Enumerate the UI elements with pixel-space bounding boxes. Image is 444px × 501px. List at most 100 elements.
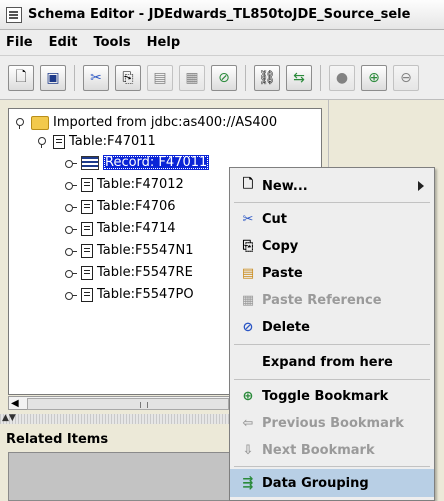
menu-item-delete[interactable]: ⊘ Delete bbox=[230, 313, 434, 341]
plus-circle-icon: ⊕ bbox=[242, 388, 254, 404]
record-icon bbox=[81, 155, 99, 170]
bookmark-button[interactable]: ● bbox=[329, 64, 355, 91]
menu-item-label: Paste bbox=[262, 265, 303, 281]
menu-item-label: Cut bbox=[262, 211, 288, 227]
table-icon bbox=[81, 243, 93, 258]
relation-button[interactable]: ⇆ bbox=[286, 64, 312, 91]
save-button[interactable]: ▣ bbox=[40, 64, 66, 91]
table-icon bbox=[81, 177, 93, 192]
menu-item-label: Copy bbox=[262, 238, 299, 254]
menu-item-label: Next Bookmark bbox=[262, 442, 375, 458]
collapse-toggle-icon[interactable] bbox=[65, 157, 77, 169]
toolbar-separator bbox=[245, 64, 246, 91]
menu-item-previous-bookmark[interactable]: ⇦ Previous Bookmark bbox=[230, 409, 434, 437]
tree-table-label: Table:F47011 bbox=[69, 134, 156, 149]
copy-button[interactable]: ⎘ bbox=[115, 64, 141, 91]
menu-item-toggle-bookmark[interactable]: ⊕ Toggle Bookmark bbox=[230, 382, 434, 410]
grip-icon bbox=[140, 402, 148, 408]
menu-item-cut[interactable]: ✂ Cut bbox=[230, 205, 434, 233]
menu-item-new[interactable]: 🗋 New... bbox=[230, 172, 434, 200]
new-button[interactable]: 🗋 bbox=[8, 64, 34, 91]
tree-table-label: Table:F5547N1 bbox=[97, 243, 194, 258]
menu-item-label: Delete bbox=[262, 319, 310, 335]
scroll-left-icon[interactable]: ◀ bbox=[11, 398, 19, 410]
delete-icon: ⊘ bbox=[218, 69, 230, 86]
related-items-header: Related Items bbox=[6, 431, 109, 447]
split-pane-divider[interactable]: ▲▼ bbox=[0, 413, 230, 424]
window-title: Schema Editor - JDEdwards_TL850toJDE_Sou… bbox=[28, 7, 411, 22]
collapse-toggle-icon[interactable] bbox=[65, 267, 77, 279]
collapse-toggle-icon[interactable] bbox=[65, 179, 77, 191]
submenu-arrow-icon bbox=[418, 181, 424, 191]
menu-item-label: Previous Bookmark bbox=[262, 415, 404, 431]
down-arrow-icon: ⇩ bbox=[242, 442, 254, 458]
tree-table-label: Table:F4706 bbox=[97, 199, 176, 214]
copy-icon: ⎘ bbox=[242, 238, 254, 254]
scrollbar-thumb[interactable] bbox=[27, 398, 229, 410]
paste-button[interactable]: ▤ bbox=[147, 64, 173, 91]
menu-item-paste[interactable]: ▤ Paste bbox=[230, 259, 434, 287]
bookmark-icon: ● bbox=[335, 69, 349, 86]
menu-tools[interactable]: Tools bbox=[93, 35, 130, 50]
collapse-toggle-icon[interactable] bbox=[65, 223, 77, 235]
menu-file[interactable]: File bbox=[6, 35, 33, 50]
tree-root-node[interactable]: Imported from jdbc:as400://AS400 bbox=[15, 113, 277, 132]
new-document-icon: 🗋 bbox=[15, 68, 27, 85]
paste-reference-button[interactable]: ▦ bbox=[179, 64, 205, 91]
collapse-toggle-icon[interactable] bbox=[65, 245, 77, 257]
relation-icon: ⇆ bbox=[293, 69, 305, 86]
cut-button[interactable]: ✂ bbox=[83, 64, 109, 91]
menu-item-label: Paste Reference bbox=[262, 292, 382, 308]
tree-table-node[interactable]: Table:F4706 bbox=[65, 197, 176, 216]
table-icon bbox=[81, 221, 93, 236]
collapse-toggle-icon[interactable] bbox=[65, 201, 77, 213]
table-icon bbox=[81, 199, 93, 214]
menu-item-data-grouping[interactable]: ⇶ Data Grouping bbox=[230, 469, 434, 497]
app-icon bbox=[6, 6, 22, 23]
menu-separator bbox=[234, 379, 430, 380]
menu-item-label: Expand from here bbox=[262, 354, 393, 370]
menu-item-expand-from-here[interactable]: Expand from here bbox=[230, 348, 434, 376]
menu-help[interactable]: Help bbox=[147, 35, 180, 50]
expand-toggle-icon[interactable] bbox=[37, 136, 49, 148]
folder-icon bbox=[31, 115, 49, 130]
menu-item-copy[interactable]: ⎘ Copy bbox=[230, 232, 434, 260]
menu-item-next-bookmark[interactable]: ⇩ Next Bookmark bbox=[230, 436, 434, 464]
link-icon: ⛓ bbox=[258, 69, 276, 86]
cut-icon: ✂ bbox=[90, 69, 102, 86]
tree-table-node[interactable]: Table:F5547PO bbox=[65, 285, 194, 304]
context-menu: 🗋 New... ✂ Cut ⎘ Copy ▤ Paste ▦ Paste Re… bbox=[229, 167, 435, 501]
data-grouping-icon: ⇶ bbox=[242, 475, 254, 491]
menu-edit[interactable]: Edit bbox=[49, 35, 78, 50]
tree-table-node[interactable]: Table:F47011 bbox=[37, 132, 156, 151]
tree-table-node[interactable]: Table:F5547RE bbox=[65, 263, 193, 282]
paste-reference-icon: ▦ bbox=[241, 292, 255, 308]
toolbar: 🗋 ▣ ✂ ⎘ ▤ ▦ ⊘ ⛓ ⇆ ● ⊕ ⊖ bbox=[0, 56, 444, 100]
link-button[interactable]: ⛓ bbox=[254, 64, 280, 91]
tree-table-node[interactable]: Table:F4714 bbox=[65, 219, 176, 238]
zoom-in-icon: ⊕ bbox=[368, 69, 380, 86]
expand-toggle-icon[interactable] bbox=[15, 117, 27, 129]
collapse-arrows-icon[interactable]: ▲▼ bbox=[2, 413, 16, 423]
tree-table-label: Table:F5547RE bbox=[97, 265, 193, 280]
zoom-in-button[interactable]: ⊕ bbox=[361, 64, 387, 91]
tree-table-node[interactable]: Table:F5547N1 bbox=[65, 241, 194, 260]
zoom-out-icon: ⊖ bbox=[400, 69, 412, 86]
menu-separator bbox=[234, 344, 430, 345]
tree-record-label: Record: F47011 bbox=[103, 155, 210, 170]
delete-icon: ⊘ bbox=[242, 319, 254, 335]
menu-separator bbox=[234, 202, 430, 203]
paste-reference-icon: ▦ bbox=[185, 69, 199, 86]
arrow-left-icon: ⇦ bbox=[242, 415, 254, 431]
tree-table-label: Table:F47012 bbox=[97, 177, 184, 192]
menu-item-paste-reference[interactable]: ▦ Paste Reference bbox=[230, 286, 434, 314]
toolbar-separator bbox=[320, 64, 321, 91]
tree-table-label: Table:F4714 bbox=[97, 221, 176, 236]
tree-record-node[interactable]: Record: F47011 bbox=[65, 153, 210, 172]
delete-button[interactable]: ⊘ bbox=[211, 64, 237, 91]
zoom-out-button[interactable]: ⊖ bbox=[393, 64, 419, 91]
save-icon: ▣ bbox=[46, 69, 60, 86]
related-items-panel bbox=[8, 452, 230, 501]
collapse-toggle-icon[interactable] bbox=[65, 289, 77, 301]
tree-table-node[interactable]: Table:F47012 bbox=[65, 175, 184, 194]
